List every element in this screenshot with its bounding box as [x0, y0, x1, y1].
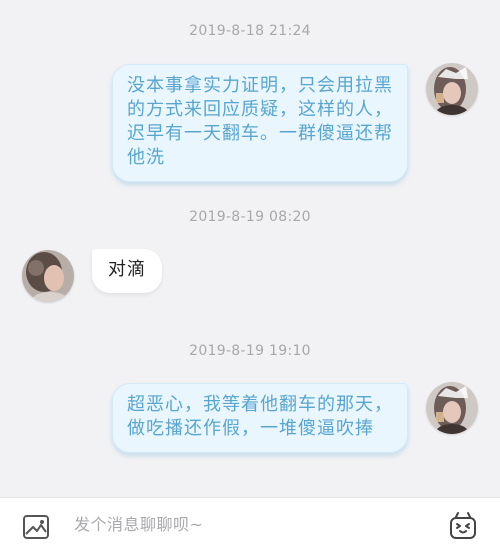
my-avatar[interactable] — [426, 63, 478, 115]
avatar-image — [22, 250, 74, 302]
message-line: 没本事拿实力证明，只会用拉黑 — [127, 75, 393, 96]
emoji-icon[interactable] — [448, 511, 478, 541]
my-avatar[interactable] — [426, 382, 478, 434]
outgoing-message-bubble[interactable]: 没本事拿实力证明，只会用拉黑 的方式来回应质疑，这样的人， 迟早有一天翻车。一群… — [112, 64, 408, 182]
timestamp: 2019-8-19 19:10 — [189, 343, 311, 359]
timestamp: 2019-8-19 08:20 — [189, 209, 311, 225]
outgoing-message-bubble[interactable]: 超恶心，我等着他翻车的那天， 做吃播还作假，一堆傻逼吹捧 — [112, 383, 408, 453]
chat-history[interactable]: 2019-8-18 21:24 没本事拿实力证明，只会用拉黑 的方式来回应质疑，… — [0, 0, 500, 497]
timestamp: 2019-8-18 21:24 — [189, 23, 311, 39]
incoming-message-bubble[interactable]: 对滴 — [92, 249, 162, 293]
message-line: 迟早有一天翻车。一群傻逼还帮 — [127, 123, 393, 144]
message-line: 对滴 — [108, 259, 146, 280]
avatar-image — [426, 382, 478, 434]
message-line: 超恶心，我等着他翻车的那天， — [127, 394, 393, 415]
image-icon[interactable] — [22, 514, 52, 540]
contact-avatar[interactable] — [22, 250, 74, 302]
avatar-image — [426, 63, 478, 115]
message-composer — [0, 497, 500, 547]
message-line: 的方式来回应质疑，这样的人， — [127, 99, 393, 120]
message-line: 他洗 — [127, 147, 165, 168]
message-input[interactable] — [74, 508, 414, 540]
message-line: 做吃播还作假，一堆傻逼吹捧 — [127, 418, 374, 439]
